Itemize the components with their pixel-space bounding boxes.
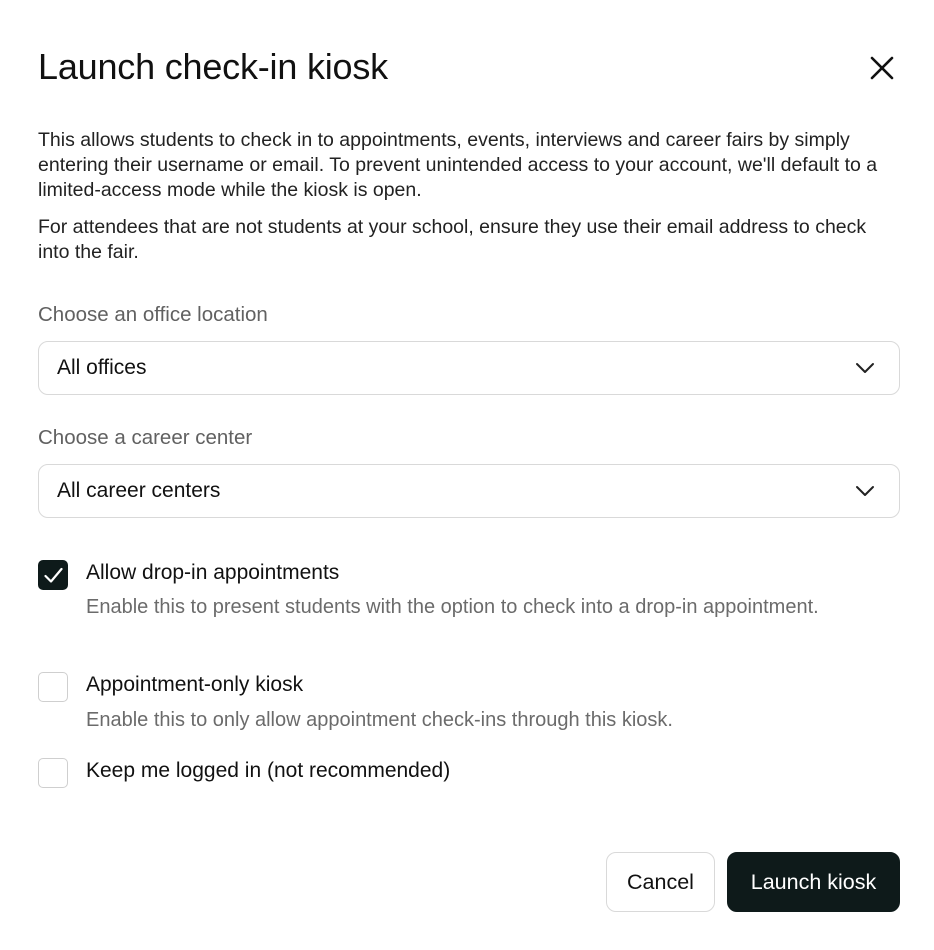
checkmark-icon (44, 567, 63, 583)
appointment-only-help: Enable this to only allow appointment ch… (86, 709, 673, 731)
launch-kiosk-dialog: Launch check-in kiosk This allows studen… (0, 0, 934, 950)
career-center-select[interactable]: All career centers (38, 464, 900, 518)
office-location-select[interactable]: All offices (38, 341, 900, 395)
chevron-down-icon (856, 363, 874, 373)
career-center-label: Choose a career center (38, 426, 253, 449)
keep-logged-in-checkbox[interactable] (38, 758, 68, 788)
appointment-only-checkbox[interactable] (38, 672, 68, 702)
appointment-only-label[interactable]: Appointment-only kiosk (86, 672, 303, 698)
allow-drop-in-label[interactable]: Allow drop-in appointments (86, 560, 339, 586)
career-center-value: All career centers (57, 479, 221, 502)
office-location-value: All offices (57, 356, 147, 379)
dialog-title: Launch check-in kiosk (38, 46, 388, 87)
launch-kiosk-button[interactable]: Launch kiosk (727, 852, 900, 912)
close-icon[interactable] (866, 52, 898, 84)
keep-logged-in-label[interactable]: Keep me logged in (not recommended) (86, 758, 450, 784)
chevron-down-icon (856, 486, 874, 496)
dialog-description-attendees: For attendees that are not students at y… (38, 216, 867, 263)
dialog-description-access: This allows students to check in to appo… (38, 129, 878, 201)
allow-drop-in-checkbox[interactable] (38, 560, 68, 590)
office-location-label: Choose an office location (38, 303, 268, 326)
cancel-button[interactable]: Cancel (606, 852, 715, 912)
allow-drop-in-help: Enable this to present students with the… (86, 596, 819, 618)
